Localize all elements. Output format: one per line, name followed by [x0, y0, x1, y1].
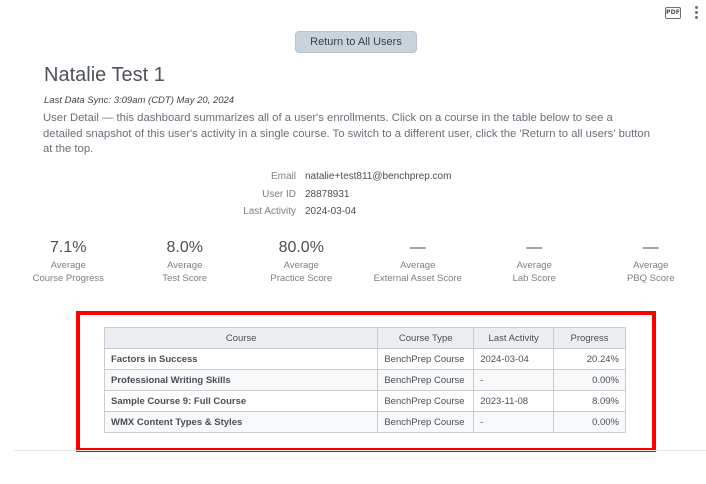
stat-value: — — [526, 239, 543, 256]
stat-label: Average Lab Score — [512, 260, 556, 284]
course-type-cell: BenchPrep Course — [377, 369, 475, 391]
user-info: Email natalie+test811@benchprep.com User… — [220, 168, 451, 221]
info-row-email: Email natalie+test811@benchprep.com — [220, 168, 451, 186]
stat-label: Average Practice Score — [270, 260, 333, 284]
table-header-row: Course Course Type Last Activity Progres… — [103, 327, 626, 349]
course-name-cell[interactable]: Sample Course 9: Full Course — [103, 390, 379, 412]
email-value: natalie+test811@benchprep.com — [305, 171, 452, 183]
progress-cell: 0.00% — [553, 411, 626, 433]
stat-practice-score: 80.0% Average Practice Score — [243, 238, 360, 285]
stat-course-progress: 7.1% Average Course Progress — [10, 238, 127, 285]
stat-label: Average Test Score — [162, 260, 208, 284]
last-activity-cell: - — [473, 369, 555, 391]
stat-value: 8.0% — [166, 239, 203, 256]
info-row-user-id: User ID 28878931 — [220, 186, 451, 204]
course-type-cell: BenchPrep Course — [377, 411, 475, 433]
last-activity-cell: - — [473, 411, 555, 433]
info-label: Email — [270, 171, 296, 183]
stat-label: Average Course Progress — [32, 260, 104, 284]
info-label: User ID — [262, 188, 296, 200]
table-row[interactable]: Factors in Success BenchPrep Course 2024… — [103, 348, 626, 370]
pdf-icon[interactable]: PDF — [665, 6, 681, 19]
stat-value: 80.0% — [278, 239, 324, 256]
table-row[interactable]: Sample Course 9: Full Course BenchPrep C… — [103, 390, 626, 412]
info-label: Last Activity — [243, 206, 296, 218]
stat-label: Average External Asset Score — [373, 260, 462, 284]
stat-value: — — [642, 239, 659, 256]
stat-lab-score: — Average Lab Score — [476, 238, 593, 285]
column-header-progress[interactable]: Progress — [553, 327, 626, 349]
course-type-cell: BenchPrep Course — [377, 390, 475, 412]
progress-cell: 20.24% — [553, 348, 626, 370]
last-activity-cell: 2024-03-04 — [473, 348, 555, 370]
progress-cell: 0.00% — [553, 369, 626, 391]
stat-label: Average PBQ Score — [626, 260, 675, 284]
stat-pbq-score: — Average PBQ Score — [593, 238, 706, 285]
user-id-value: 28878931 — [305, 188, 350, 200]
progress-cell: 8.09% — [553, 390, 626, 412]
last-activity-value: 2024-03-04 — [305, 206, 357, 218]
last-activity-cell: 2023-11-08 — [473, 390, 555, 412]
courses-table: Course Course Type Last Activity Progres… — [103, 327, 626, 433]
column-header-last-activity[interactable]: Last Activity — [473, 327, 555, 349]
course-name-cell[interactable]: Professional Writing Skills — [103, 369, 379, 391]
dashboard-description: User Detail — this dashboard summarizes … — [43, 112, 650, 155]
info-row-last-activity: Last Activity 2024-03-04 — [220, 203, 451, 221]
column-header-course-type[interactable]: Course Type — [377, 327, 475, 349]
page-title: Natalie Test 1 — [44, 64, 165, 86]
kebab-icon[interactable] — [695, 6, 698, 19]
course-name-cell[interactable]: WMX Content Types & Styles — [103, 411, 379, 433]
table-row[interactable]: WMX Content Types & Styles BenchPrep Cou… — [103, 411, 626, 433]
stat-value: 7.1% — [50, 239, 87, 256]
stat-test-score: 8.0% Average Test Score — [127, 238, 244, 285]
course-type-cell: BenchPrep Course — [377, 348, 475, 370]
stats-summary: 7.1% Average Course Progress 8.0% Average… — [10, 238, 706, 285]
top-toolbar: PDF — [665, 6, 698, 19]
course-name-cell[interactable]: Factors in Success — [103, 348, 379, 370]
last-sync-text: Last Data Sync: 3:09am (CDT) May 20, 202… — [44, 95, 235, 106]
stat-external-asset-score: — Average External Asset Score — [360, 238, 477, 285]
column-header-course[interactable]: Course — [103, 327, 379, 349]
stat-value: — — [409, 239, 426, 256]
table-row[interactable]: Professional Writing Skills BenchPrep Co… — [103, 369, 626, 391]
divider — [14, 450, 706, 451]
return-to-all-users-button[interactable]: Return to All Users — [295, 31, 417, 53]
